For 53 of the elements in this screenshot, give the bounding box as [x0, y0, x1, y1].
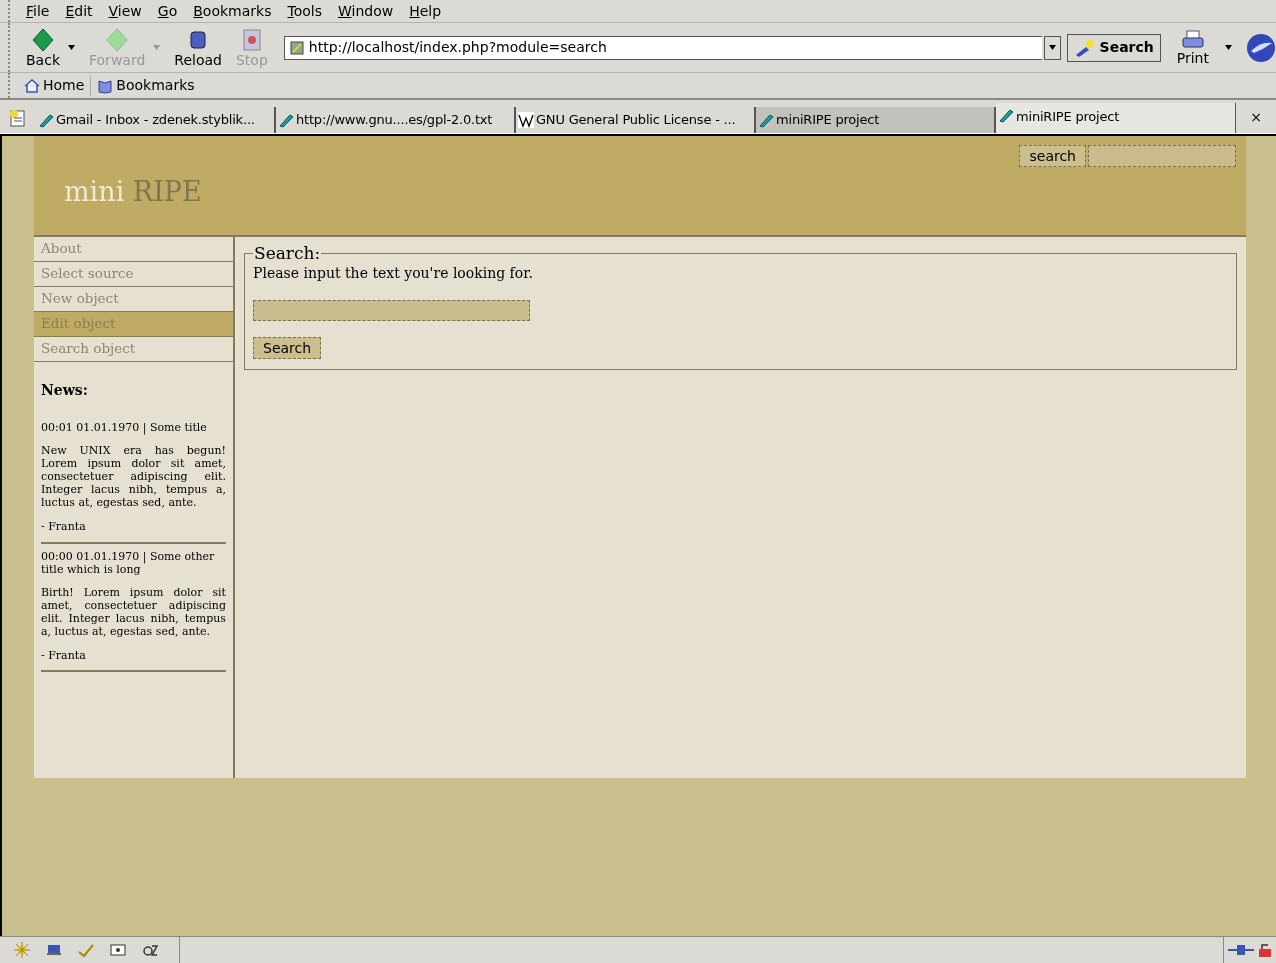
news-author: - Franta [41, 647, 87, 664]
address-field[interactable]: http://localhost/index.php?module=search [283, 35, 1042, 60]
menu-item[interactable]: Edit [57, 0, 101, 22]
w-logo-icon [518, 112, 534, 128]
news-title: 00:00 01.01.1970 | Some other title which is long [41, 549, 216, 576]
browser-tab[interactable]: miniRIPE project [996, 103, 1236, 133]
news-author: - Franta [41, 519, 87, 535]
plug-icon [1228, 943, 1254, 957]
caret-icon [1048, 45, 1056, 50]
menu-item[interactable]: Go [149, 0, 186, 22]
search-field[interactable] [253, 300, 530, 321]
reload-button[interactable]: Reload [168, 25, 228, 70]
home-icon [24, 77, 40, 94]
browser-tab[interactable]: GNU General Public License - ... [516, 107, 756, 133]
search-field[interactable] [1088, 145, 1236, 167]
forward-arrow-icon [105, 27, 130, 52]
printer-icon [1180, 29, 1205, 50]
browser-tab[interactable]: Gmail - Inbox - zdenek.styblik... [36, 107, 276, 133]
menu-item[interactable]: Help [401, 0, 450, 22]
site-logo: mini RIPE [64, 175, 202, 209]
bird-logo-icon [1246, 32, 1276, 63]
search-button[interactable]: Search [1066, 33, 1161, 62]
back-button[interactable]: Back [20, 25, 66, 70]
new-tab-icon [9, 108, 27, 127]
bookmarks-button[interactable]: Bookmarks [91, 75, 201, 96]
sun-icon [14, 942, 30, 958]
menu-item[interactable]: Window [330, 0, 402, 22]
news-text: New UNIX era has begun! Lorem ipsum dolor sit amet, consectetuer adipiscing elit. Integer lacus nibh, tempus a, luctus at, egestas sed, ante. [41, 444, 226, 509]
laptop-icon [46, 942, 62, 958]
book-icon [97, 77, 114, 94]
menu-item[interactable]: View [100, 0, 150, 22]
print-button[interactable]: Print [1170, 27, 1215, 68]
search-button[interactable]: Search [253, 337, 322, 359]
home-button[interactable]: Home [18, 75, 91, 96]
close-button[interactable]: × [1250, 109, 1262, 125]
card-icon [110, 942, 126, 958]
site-icon [288, 39, 305, 56]
menu-item[interactable]: File [18, 0, 58, 22]
menu-item[interactable]: Tools [279, 0, 330, 22]
news-title: 00:01 01.01.1970 | Some title [41, 421, 208, 434]
back-arrow-icon [31, 27, 55, 52]
prompt-text: Please input the text you're looking for. [253, 264, 534, 283]
news-heading: News: [41, 381, 89, 400]
browser-tab[interactable]: miniRIPE project [756, 107, 996, 133]
panel-legend: Search: [253, 243, 322, 263]
news-text: Birth! Lorem ipsum dolor sit amet, consectetuer adipiscing elit. Integer lacus nibh, tempus a, luctus at, egestas sed, ante. [41, 585, 226, 638]
dropdown-button[interactable] [1043, 35, 1061, 60]
search-button[interactable]: search [1019, 145, 1086, 167]
menu-item[interactable]: Bookmarks [185, 0, 280, 22]
browser-tab[interactable]: http://www.gnu....es/gpl-2.0.txt [276, 107, 516, 133]
caret-icon[interactable] [1225, 45, 1232, 50]
caret-icon[interactable] [68, 45, 75, 50]
lock-icon [1258, 942, 1272, 958]
